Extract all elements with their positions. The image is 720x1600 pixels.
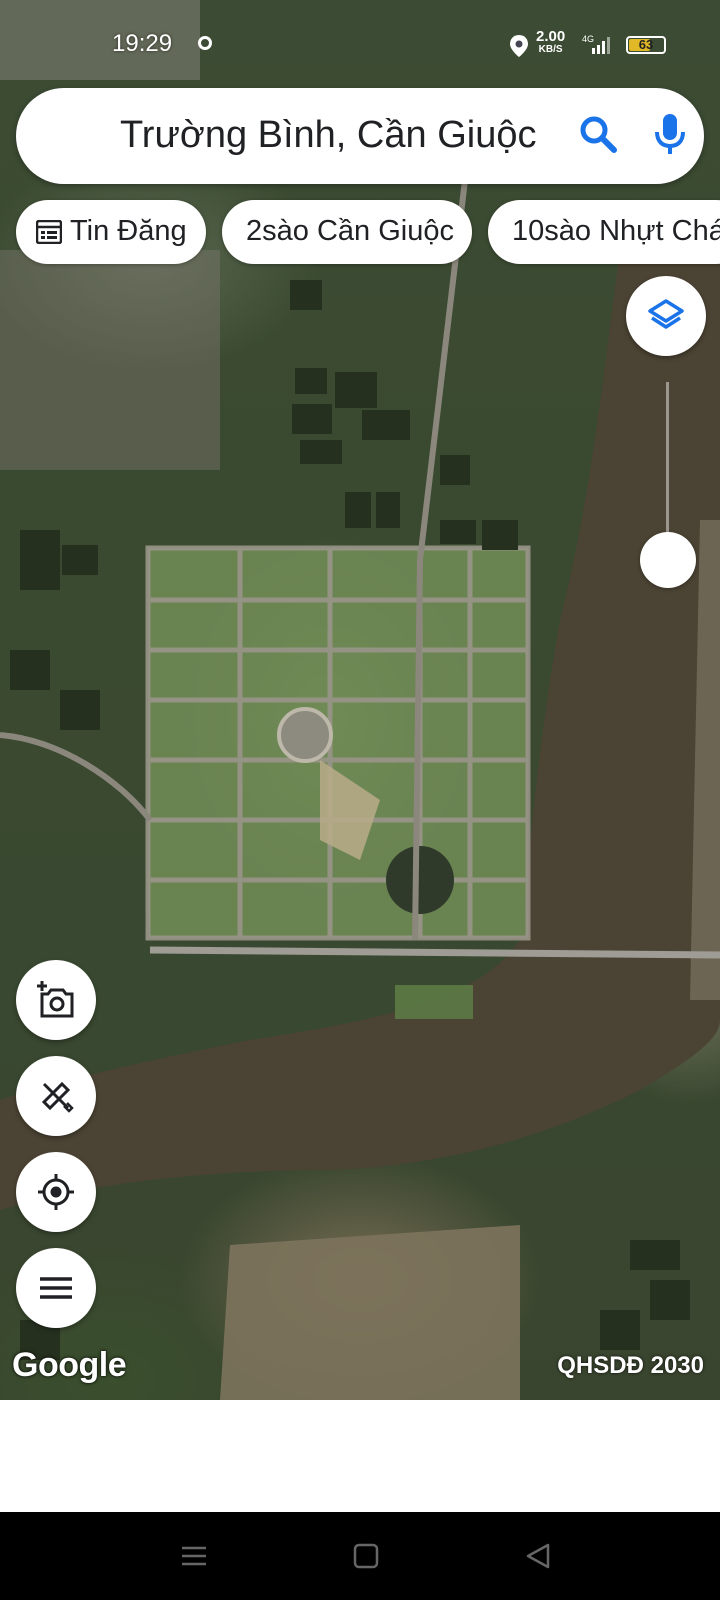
- list-icon: [36, 220, 62, 244]
- measure-button[interactable]: [16, 1056, 96, 1136]
- chip-10sao-nhut-chanh[interactable]: 10sào Nhựt Chánh: [488, 200, 720, 264]
- camera-add-icon: [37, 981, 74, 1018]
- network-type: 4G: [582, 34, 594, 44]
- menu-button[interactable]: [16, 1248, 96, 1328]
- layers-button[interactable]: [626, 276, 706, 356]
- network-speed: 2.00 KB/S: [536, 29, 565, 56]
- chip-label: Tin Đăng: [70, 215, 187, 247]
- menu-icon: [40, 1277, 72, 1299]
- system-navigation-bar: [0, 1512, 720, 1600]
- measure-tools-icon: [41, 1081, 74, 1113]
- my-location-button[interactable]: [16, 1152, 96, 1232]
- search-bar[interactable]: Trường Bình, Cần Giuộc: [16, 88, 704, 184]
- battery-icon: 63: [626, 36, 666, 54]
- my-location-icon: [38, 1174, 74, 1210]
- back-nav-icon[interactable]: [524, 1542, 552, 1570]
- search-icon[interactable]: [578, 114, 618, 154]
- search-query[interactable]: Trường Bình, Cần Giuộc: [120, 114, 536, 157]
- battery-level: 63: [638, 37, 654, 52]
- tilt-slider-track[interactable]: [666, 382, 669, 532]
- screen-record-icon: [198, 36, 212, 50]
- location-pin-icon: [510, 35, 528, 57]
- tilt-slider-handle[interactable]: [640, 532, 696, 588]
- chip-tin-dang[interactable]: Tin Đăng: [16, 200, 206, 264]
- chip-label: 10sào Nhựt Chánh: [512, 215, 720, 247]
- chip-label: 2sào Cần Giuộc: [246, 215, 454, 247]
- add-photo-button[interactable]: [16, 960, 96, 1040]
- menu-nav-icon[interactable]: [180, 1542, 208, 1570]
- google-logo: Google: [12, 1346, 127, 1384]
- signal-icon: 4G: [582, 34, 610, 54]
- bottom-panel: [0, 1400, 720, 1512]
- layers-icon: [648, 299, 684, 329]
- status-bar: 19:29 2.00 KB/S 4G 63: [0, 0, 720, 70]
- speed-unit: KB/S: [538, 44, 563, 55]
- map-layer-label: QHSDĐ 2030: [557, 1352, 704, 1379]
- microphone-icon[interactable]: [652, 112, 688, 158]
- status-time: 19:29: [112, 30, 173, 57]
- home-nav-icon[interactable]: [352, 1542, 380, 1570]
- chip-2sao-can-giuoc[interactable]: 2sào Cần Giuộc: [222, 200, 472, 264]
